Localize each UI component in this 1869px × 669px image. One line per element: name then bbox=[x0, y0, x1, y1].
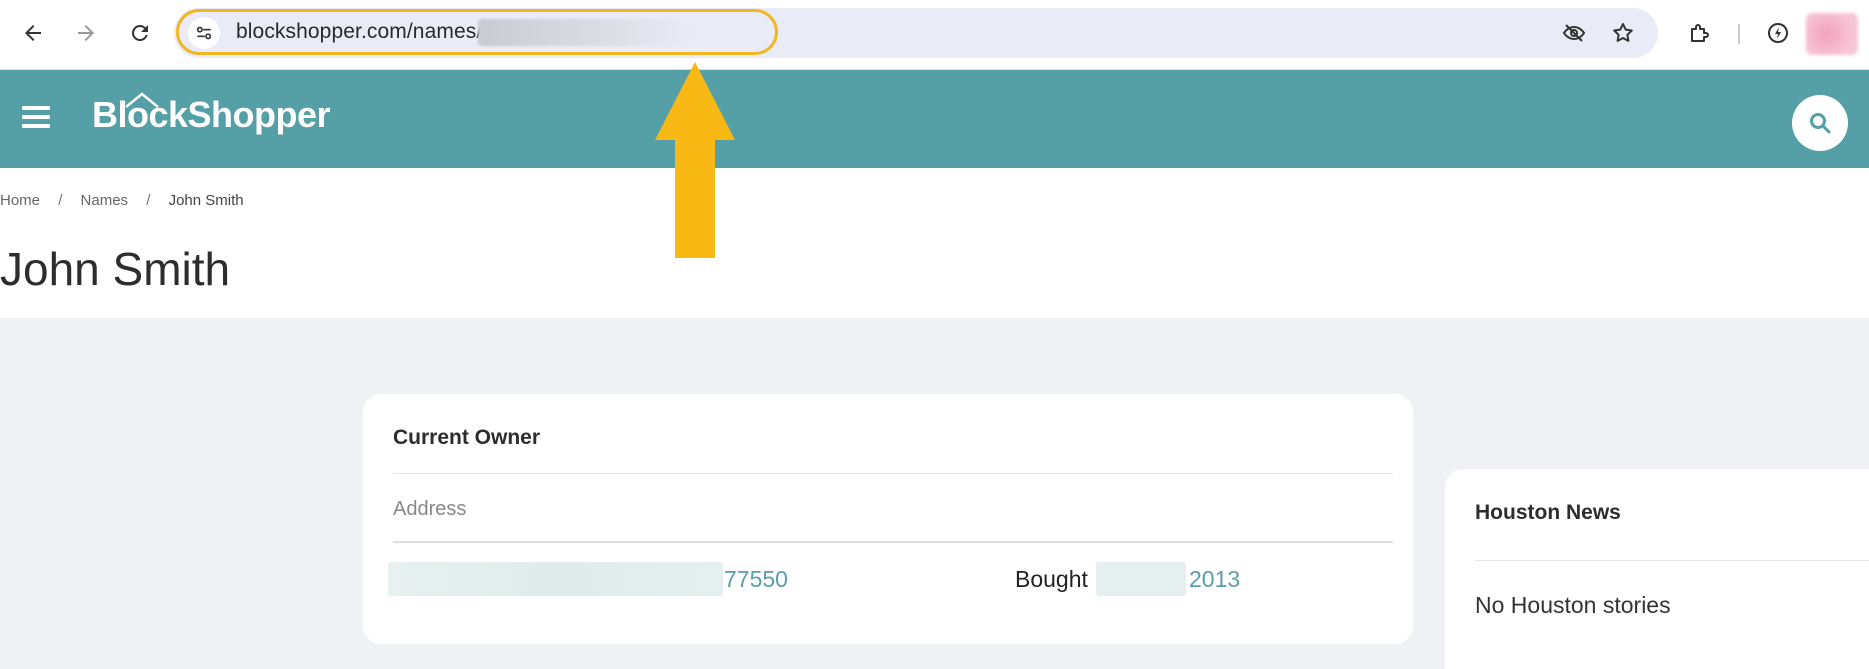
tracking-protection-button[interactable] bbox=[1558, 17, 1590, 49]
performance-icon bbox=[1768, 23, 1788, 43]
site-logo[interactable]: BlockShopper bbox=[92, 94, 331, 136]
divider bbox=[393, 541, 1393, 543]
card-title: Current Owner bbox=[393, 426, 541, 449]
menu-icon[interactable] bbox=[22, 106, 50, 130]
card-title: Houston News bbox=[1475, 501, 1621, 524]
divider bbox=[393, 473, 1393, 474]
back-arrow-icon bbox=[25, 25, 41, 41]
search-icon bbox=[1810, 113, 1831, 134]
address-column-header: Address bbox=[393, 498, 467, 520]
page-header: Home / Names / John Smith John Smith bbox=[0, 168, 1869, 318]
eye-off-icon bbox=[1562, 24, 1586, 42]
breadcrumb-home[interactable]: Home bbox=[0, 192, 40, 209]
current-owner-card: Current Owner Address 77550 Bought 2013 bbox=[363, 394, 1413, 644]
breadcrumb-separator: / bbox=[146, 192, 151, 209]
reload-icon bbox=[131, 24, 148, 41]
extensions-icon bbox=[1691, 24, 1709, 42]
site-settings-button[interactable] bbox=[188, 17, 220, 49]
address-zip-link[interactable]: 77550 bbox=[724, 566, 788, 593]
divider bbox=[1475, 560, 1869, 561]
browser-toolbar: blockshopper.com/names/ bbox=[0, 0, 1869, 70]
page-title: John Smith bbox=[0, 243, 231, 295]
annotation-arrow-icon bbox=[655, 62, 735, 258]
url-redacted-segment bbox=[478, 19, 688, 46]
site-header: BlockShopper bbox=[0, 70, 1869, 168]
toolbar-separator bbox=[1738, 24, 1740, 44]
profile-avatar[interactable] bbox=[1806, 13, 1858, 55]
bought-label: Bought bbox=[1015, 566, 1088, 592]
empty-state-text: No Houston stories bbox=[1475, 592, 1671, 618]
site-search-button[interactable] bbox=[1792, 95, 1848, 151]
forward-arrow-icon bbox=[78, 25, 94, 41]
site-settings-icon bbox=[196, 26, 212, 40]
performance-button[interactable] bbox=[1762, 17, 1794, 49]
url-text[interactable]: blockshopper.com/names/ bbox=[236, 20, 482, 44]
breadcrumb-separator: / bbox=[58, 192, 63, 209]
forward-button[interactable] bbox=[70, 17, 102, 49]
extensions-button[interactable] bbox=[1683, 17, 1715, 49]
breadcrumb-current: John Smith bbox=[168, 192, 244, 209]
houston-news-card: Houston News No Houston stories bbox=[1445, 469, 1869, 669]
back-button[interactable] bbox=[17, 17, 49, 49]
bookmark-star-icon bbox=[1613, 23, 1633, 42]
bookmark-button[interactable] bbox=[1607, 17, 1639, 49]
bought-year-link[interactable]: 2013 bbox=[1189, 566, 1240, 593]
address-redacted[interactable] bbox=[388, 562, 723, 596]
bought-date-redacted bbox=[1096, 562, 1186, 596]
breadcrumb: Home / Names / John Smith bbox=[0, 192, 244, 209]
breadcrumb-names[interactable]: Names bbox=[81, 192, 129, 209]
reload-button[interactable] bbox=[124, 17, 156, 49]
